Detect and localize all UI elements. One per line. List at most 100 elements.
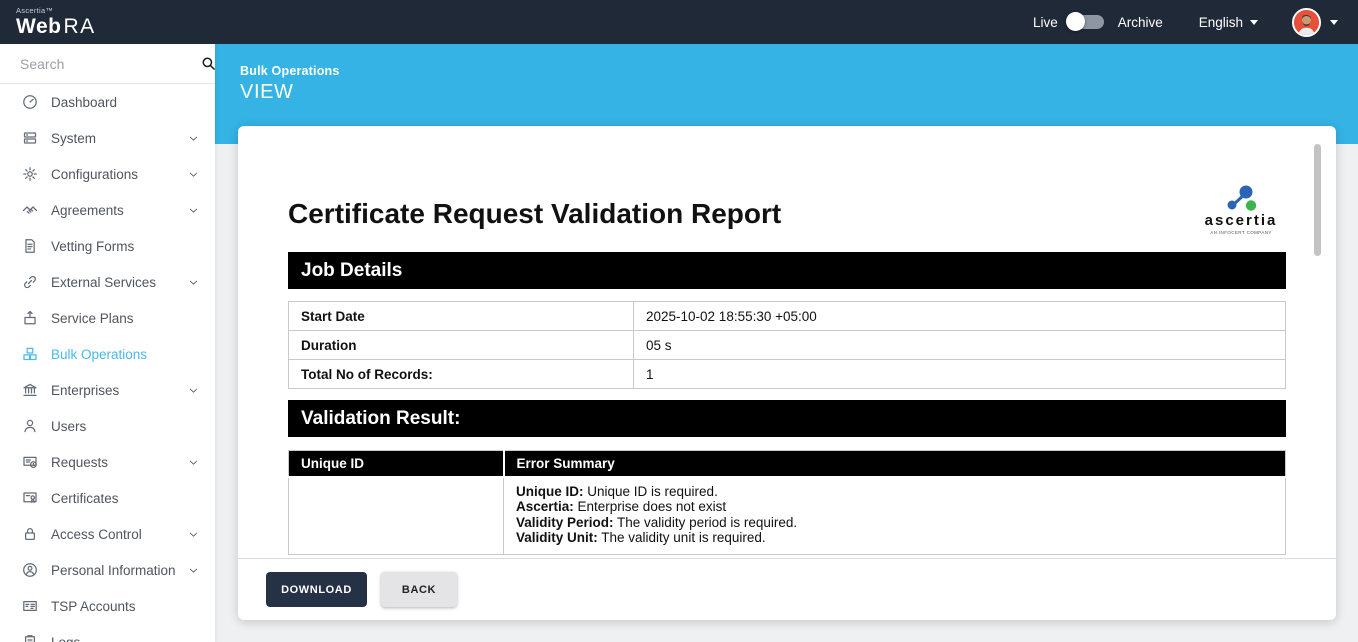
sidebar-item-label: Configurations: [51, 167, 188, 182]
sidebar-item-users[interactable]: Users: [0, 408, 215, 444]
sidebar-item-service-plans[interactable]: Service Plans: [0, 300, 215, 336]
sidebar-item-certificates[interactable]: Certificates: [0, 480, 215, 516]
page-title: VIEW: [240, 81, 1358, 104]
sidebar-item-label: System: [51, 131, 188, 146]
live-label: Live: [1033, 15, 1058, 30]
ascertia-logo-subtext: AN INFOCERT COMPANY: [1202, 230, 1280, 235]
sidebar-item-enterprises[interactable]: Enterprises: [0, 372, 215, 408]
chevron-down-icon: [188, 169, 199, 180]
search-input[interactable]: [20, 56, 201, 72]
ascertia-logo-dots-icon: [1218, 184, 1264, 214]
language-selector[interactable]: English: [1199, 15, 1258, 30]
sidebar-item-vetting-forms[interactable]: Vetting Forms: [0, 228, 215, 264]
breadcrumb: Bulk Operations: [240, 64, 1358, 78]
tsp-accounts-icon: [22, 598, 39, 615]
unique-id-cell: [289, 477, 504, 555]
dashboard-icon: [22, 94, 39, 111]
toggle-knob[interactable]: [1066, 12, 1085, 31]
sidebar-item-agreements[interactable]: Agreements: [0, 192, 215, 228]
job-details-table: Start Date2025-10-02 18:55:30 +05:00Dura…: [288, 301, 1286, 389]
ascertia-logo-text: ascertia: [1202, 212, 1280, 229]
service-plans-icon: [22, 310, 39, 327]
job-detail-value: 2025-10-02 18:55:30 +05:00: [634, 302, 1286, 331]
chevron-down-icon: [188, 565, 199, 576]
requests-icon: [22, 454, 39, 471]
sidebar-item-label: Service Plans: [51, 311, 188, 326]
sidebar-item-tsp-accounts[interactable]: TSP Accounts: [0, 588, 215, 624]
logs-icon: [22, 634, 39, 642]
scrollbar-thumb[interactable]: [1314, 144, 1321, 256]
sidebar-item-access-control[interactable]: Access Control: [0, 516, 215, 552]
sidebar-item-requests[interactable]: Requests: [0, 444, 215, 480]
search-icon[interactable]: [201, 56, 215, 71]
error-line: Validity Unit: The validity unit is requ…: [516, 530, 1275, 546]
configurations-icon: [22, 166, 39, 183]
navbar-right-cluster: Live Archive English: [1033, 8, 1340, 37]
sidebar-item-label: Access Control: [51, 527, 188, 542]
user-avatar[interactable]: [1292, 8, 1321, 37]
chevron-down-icon: [188, 205, 199, 216]
chevron-down-icon[interactable]: [1330, 20, 1338, 25]
job-details-row: Duration05 s: [289, 331, 1286, 360]
sidebar-item-label: External Services: [51, 275, 188, 290]
chevron-down-icon: [188, 385, 199, 396]
validation-result-table: Unique ID Error Summary Unique ID: Uniqu…: [288, 450, 1286, 555]
main-content: Bulk Operations VIEW Certificate Request…: [215, 44, 1358, 642]
error-summary-cell: Unique ID: Unique ID is required.Ascerti…: [504, 477, 1286, 555]
sidebar-item-logs[interactable]: Logs: [0, 624, 215, 642]
back-button[interactable]: BACK: [381, 572, 457, 607]
system-icon: [22, 130, 39, 147]
validation-row: Unique ID: Unique ID is required.Ascerti…: [289, 477, 1286, 555]
certificates-icon: [22, 490, 39, 507]
job-detail-label: Duration: [289, 331, 634, 360]
sidebar-item-system[interactable]: System: [0, 120, 215, 156]
sidebar-item-label: Users: [51, 419, 188, 434]
error-line: Ascertia: Enterprise does not exist: [516, 499, 1275, 515]
report-card: Certificate Request Validation Report as…: [238, 126, 1336, 620]
external-services-icon: [22, 274, 39, 291]
brand-logo[interactable]: Ascertia™ WebRA: [16, 7, 96, 38]
chevron-down-icon: [188, 133, 199, 144]
live-archive-toggle[interactable]: [1068, 15, 1104, 29]
card-footer: DOWNLOAD BACK: [238, 558, 1336, 620]
agreements-icon: [22, 202, 39, 219]
column-header-error-summary: Error Summary: [504, 451, 1286, 477]
job-details-row: Total No of Records:1: [289, 360, 1286, 389]
avatar-person-icon: [1294, 10, 1319, 35]
sidebar-item-label: Requests: [51, 455, 188, 470]
sidebar-item-external-services[interactable]: External Services: [0, 264, 215, 300]
sidebar-search: [0, 44, 215, 84]
chevron-down-icon: [188, 277, 199, 288]
top-navbar: Ascertia™ WebRA Live Archive English: [0, 0, 1358, 44]
sidebar-item-label: TSP Accounts: [51, 599, 188, 614]
job-detail-value: 1: [634, 360, 1286, 389]
validation-result-heading: Validation Result:: [288, 400, 1286, 437]
sidebar-menu: Dashboard System Configurations Agreemen…: [0, 84, 215, 642]
sidebar-item-bulk-operations[interactable]: Bulk Operations: [0, 336, 215, 372]
download-button[interactable]: DOWNLOAD: [266, 572, 367, 607]
sidebar-item-label: Vetting Forms: [51, 239, 188, 254]
sidebar-item-label: Agreements: [51, 203, 188, 218]
error-line: Unique ID: Unique ID is required.: [516, 484, 1275, 500]
access-control-icon: [22, 526, 39, 543]
enterprises-icon: [22, 382, 39, 399]
personal-information-icon: [22, 562, 39, 579]
sidebar-item-label: Bulk Operations: [51, 347, 188, 362]
archive-label[interactable]: Archive: [1118, 15, 1163, 30]
vetting-forms-icon: [22, 238, 39, 255]
job-details-heading: Job Details: [288, 252, 1286, 289]
sidebar-item-configurations[interactable]: Configurations: [0, 156, 215, 192]
brand-webra-label: WebRA: [16, 16, 96, 37]
sidebar-item-label: Dashboard: [51, 95, 188, 110]
chevron-down-icon: [188, 529, 199, 540]
sidebar-item-label: Enterprises: [51, 383, 188, 398]
bulk-operations-icon: [22, 346, 39, 363]
job-detail-value: 05 s: [634, 331, 1286, 360]
language-label: English: [1199, 15, 1243, 30]
job-detail-label: Start Date: [289, 302, 634, 331]
sidebar-item-personal-information[interactable]: Personal Information: [0, 552, 215, 588]
users-icon: [22, 418, 39, 435]
ascertia-logo: ascertia AN INFOCERT COMPANY: [1202, 184, 1280, 235]
sidebar-item-dashboard[interactable]: Dashboard: [0, 84, 215, 120]
report-scroll-area: Certificate Request Validation Report as…: [238, 126, 1336, 558]
